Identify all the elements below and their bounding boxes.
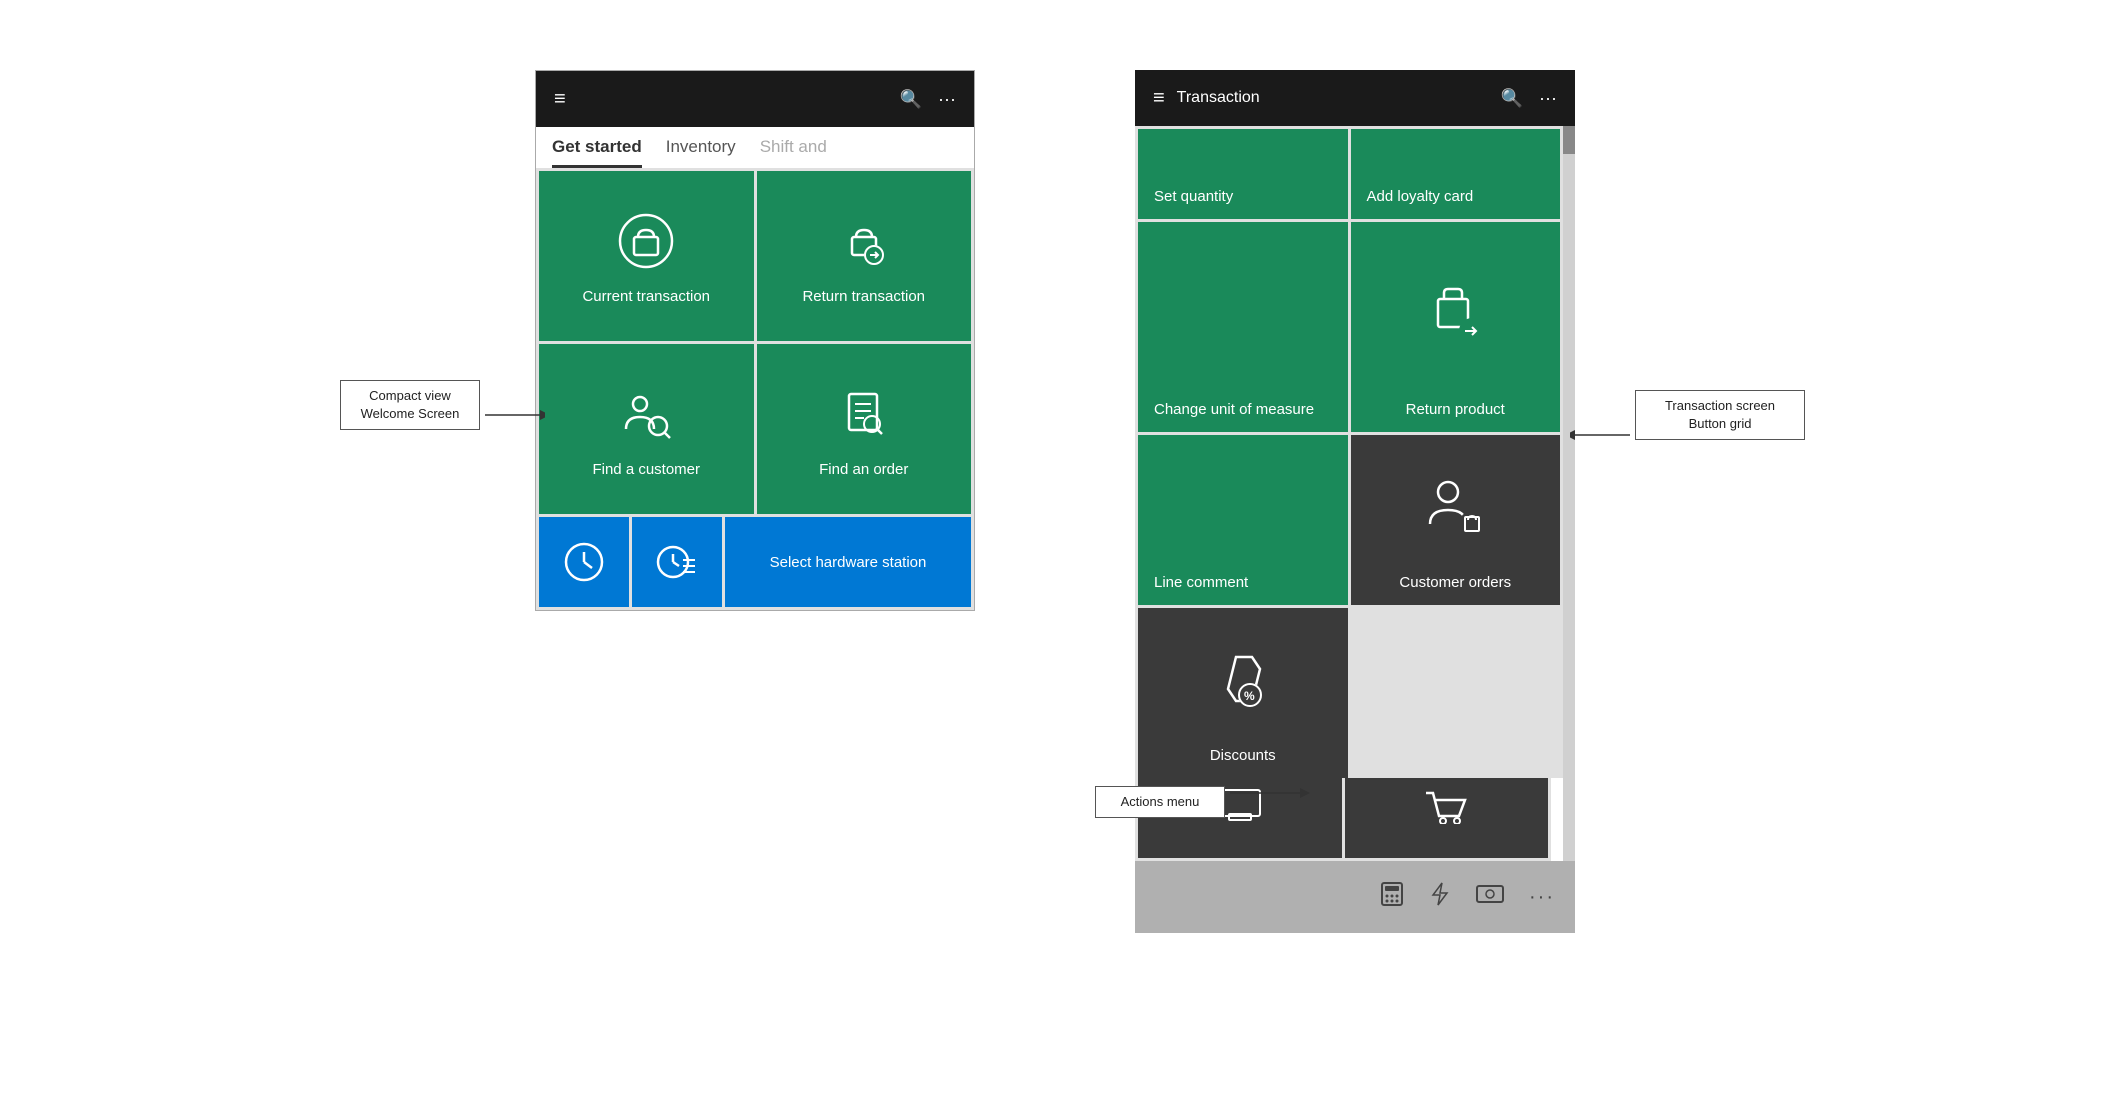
current-transaction-label: Current transaction — [582, 288, 710, 305]
discount-icon: % — [1210, 647, 1276, 713]
hardware-station-label: Select hardware station — [770, 554, 927, 571]
header-left: ≡ — [554, 88, 566, 111]
tile-change-uom[interactable]: Change unit of measure — [1138, 222, 1348, 432]
clock-list-icon — [655, 540, 699, 584]
right-header: ≡ Transaction 🔍 ··· — [1135, 70, 1575, 126]
find-customer-icon — [616, 384, 676, 451]
right-hamburger-icon[interactable]: ≡ — [1153, 87, 1165, 110]
return-bag-icon — [834, 211, 894, 278]
nav-tabs: Get started Inventory Shift and — [536, 127, 974, 168]
tile-customer-orders[interactable]: Customer orders — [1351, 435, 1561, 605]
header-right: 🔍 ··· — [900, 89, 956, 110]
annotation-arrow-right — [1570, 425, 1630, 445]
tile-line-comment[interactable]: Line comment — [1138, 435, 1348, 605]
change-uom-label: Change unit of measure — [1154, 401, 1314, 418]
transaction-button-grid-annotation: Transaction screenButton grid — [1635, 390, 1805, 440]
discounts-icon: % — [1210, 622, 1276, 737]
annotation-arrow-actions — [1230, 783, 1310, 803]
calculator-icon[interactable] — [1379, 881, 1405, 913]
box-return-icon — [1420, 279, 1490, 349]
line-comment-label: Line comment — [1154, 574, 1248, 591]
compact-view-annotation: Compact view Welcome Screen — [340, 380, 480, 430]
tile-current-transaction[interactable]: Current transaction — [539, 171, 754, 341]
left-screen: ≡ 🔍 ··· Get started Inventory Shift and — [535, 70, 975, 611]
right-title: Transaction — [1177, 89, 1260, 107]
right-header-right: 🔍 ··· — [1501, 88, 1557, 109]
return-product-label: Return product — [1406, 401, 1505, 418]
tab-shift[interactable]: Shift and — [760, 137, 827, 168]
cart-icon — [1421, 788, 1471, 824]
search-icon[interactable]: 🔍 — [900, 89, 922, 110]
right-more-icon[interactable]: ··· — [1539, 88, 1557, 109]
more-icon[interactable]: ··· — [938, 89, 956, 110]
return-product-icon — [1420, 236, 1490, 391]
left-header: ≡ 🔍 ··· — [536, 71, 974, 127]
tile-clock2[interactable] — [632, 517, 722, 607]
tile-clock1[interactable] — [539, 517, 629, 607]
annotation-arrow-left — [485, 400, 545, 430]
bottom-row: Select hardware station — [536, 517, 974, 610]
right-section: Transaction screenButton grid Actions me… — [1135, 70, 1575, 933]
svg-text:%: % — [1244, 689, 1255, 703]
shopping-bag-icon — [616, 211, 676, 278]
right-header-left: ≡ Transaction — [1153, 87, 1260, 110]
lightning-icon[interactable] — [1429, 881, 1451, 913]
lightning-svg — [1429, 881, 1451, 907]
money-icon[interactable] — [1475, 883, 1505, 911]
customer-order-icon — [1422, 474, 1488, 540]
right-search-icon[interactable]: 🔍 — [1501, 88, 1523, 109]
customer-orders-icon — [1422, 449, 1488, 564]
tile-find-customer[interactable]: Find a customer — [539, 344, 754, 514]
scrollbar[interactable] — [1563, 126, 1575, 861]
right-tile-grid: Set quantity Add loyalty card Change uni… — [1135, 126, 1563, 778]
clock-icon — [562, 540, 606, 584]
tile-set-quantity[interactable]: Set quantity — [1138, 129, 1348, 219]
find-order-icon — [834, 384, 894, 451]
find-order-label: Find an order — [819, 461, 908, 478]
set-quantity-label: Set quantity — [1154, 188, 1233, 205]
actions-menu-annotation: Actions menu — [1095, 786, 1225, 818]
find-customer-label: Find a customer — [592, 461, 700, 478]
page-container: Compact view Welcome Screen ≡ 🔍 ··· Get … — [0, 0, 2110, 1096]
calc-svg — [1379, 881, 1405, 907]
partial-tile-2[interactable] — [1345, 778, 1549, 858]
more-dots-icon[interactable]: ··· — [1529, 886, 1555, 909]
right-grid-inner: Set quantity Add loyalty card Change uni… — [1135, 126, 1563, 861]
tile-add-loyalty[interactable]: Add loyalty card — [1351, 129, 1561, 219]
tile-discounts[interactable]: % Discounts — [1138, 608, 1348, 778]
return-transaction-label: Return transaction — [802, 288, 925, 305]
tile-return-product[interactable]: Return product — [1351, 222, 1561, 432]
hamburger-icon[interactable]: ≡ — [554, 88, 566, 111]
tile-find-order[interactable]: Find an order — [757, 344, 972, 514]
left-section: Compact view Welcome Screen ≡ 🔍 ··· Get … — [535, 70, 975, 611]
bottom-bar: ··· — [1135, 861, 1575, 933]
tile-hardware-station[interactable]: Select hardware station — [725, 517, 971, 607]
right-grid-container: Set quantity Add loyalty card Change uni… — [1135, 126, 1575, 861]
customer-orders-label: Customer orders — [1399, 574, 1511, 591]
scrollbar-thumb[interactable] — [1563, 126, 1575, 154]
add-loyalty-label: Add loyalty card — [1367, 188, 1474, 205]
tab-inventory[interactable]: Inventory — [666, 137, 736, 168]
tab-get-started[interactable]: Get started — [552, 137, 642, 168]
welcome-tile-grid: Current transaction Retu — [536, 168, 974, 517]
money-svg — [1475, 883, 1505, 905]
discounts-label: Discounts — [1210, 747, 1276, 764]
tile-return-transaction[interactable]: Return transaction — [757, 171, 972, 341]
